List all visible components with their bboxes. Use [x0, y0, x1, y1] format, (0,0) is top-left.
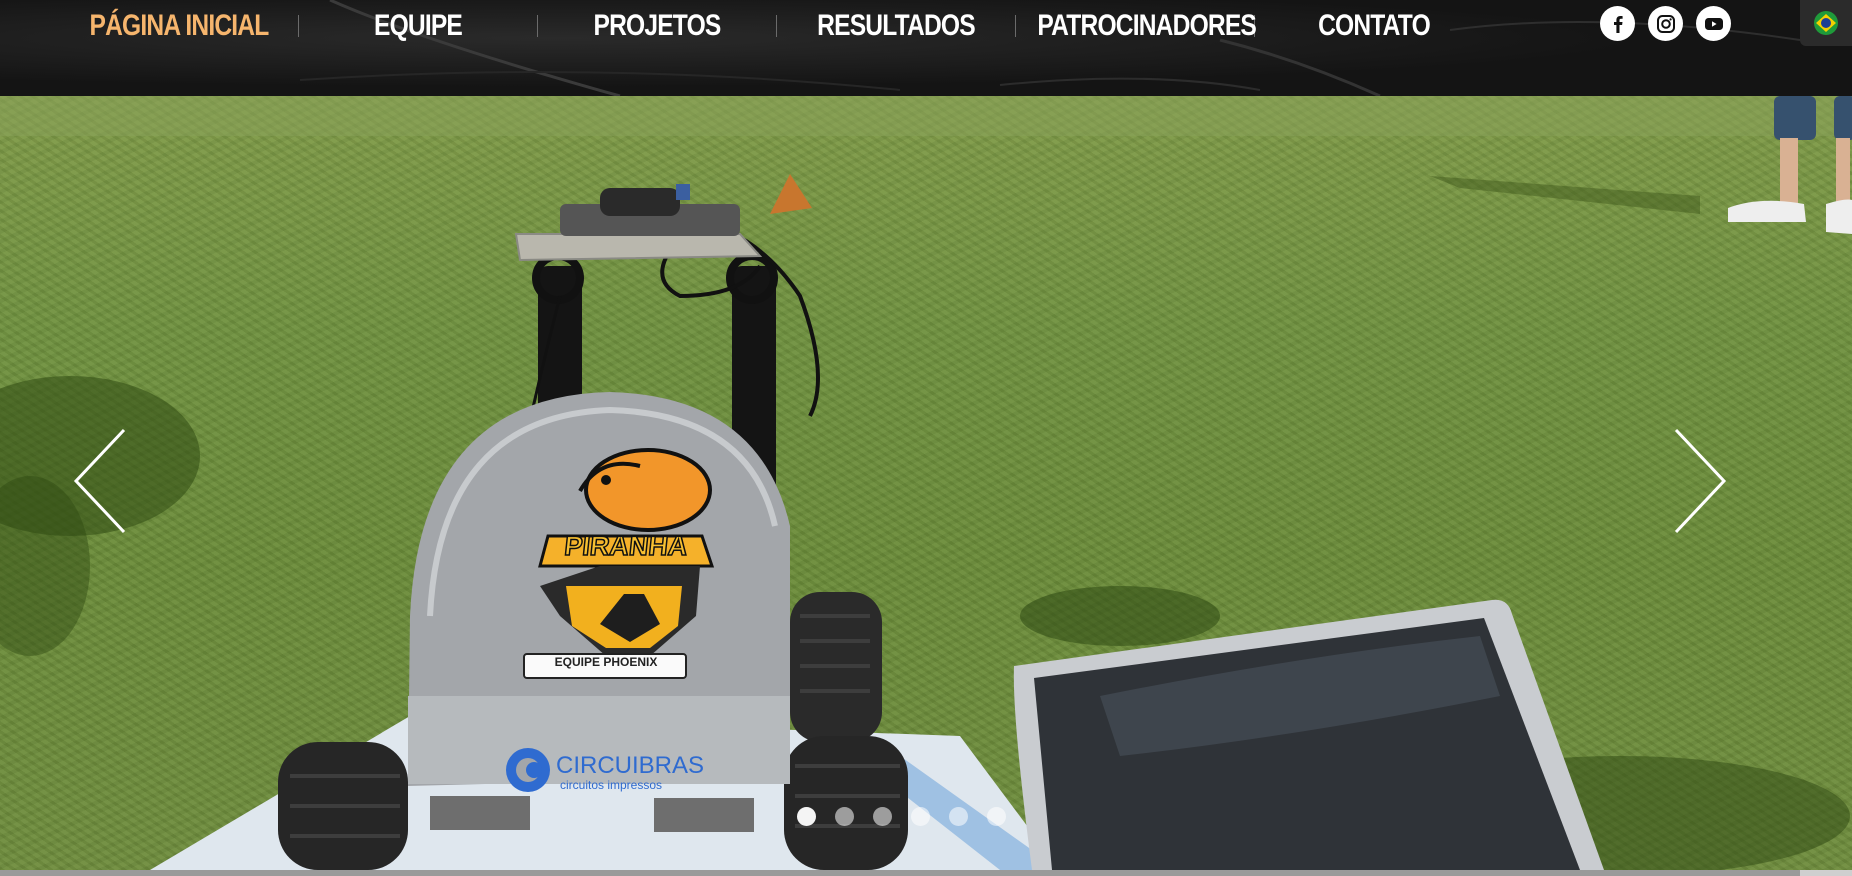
chevron-right-icon [1674, 428, 1727, 534]
slideshow-prev-button[interactable] [70, 426, 130, 536]
nav-item-contact[interactable]: CONTATO [1276, 9, 1471, 43]
nav-item-sponsors[interactable]: PATROCINADORES [1037, 9, 1256, 43]
youtube-icon [1704, 17, 1723, 30]
slideshow-pagination [797, 807, 1006, 826]
nav-item-projects[interactable]: PROJETOS [559, 9, 754, 43]
sponsor-name-text: CIRCUIBRAS [556, 752, 705, 779]
chevron-left-icon [73, 428, 126, 534]
instagram-link[interactable] [1648, 6, 1683, 41]
nav-separator [537, 15, 538, 37]
main-navigation: PÁGINA INICIAL EQUIPE PROJETOS RESULTADO… [60, 0, 1493, 52]
language-selector[interactable] [1800, 0, 1852, 46]
nav-item-team[interactable]: EQUIPE [320, 9, 515, 43]
facebook-link[interactable] [1600, 6, 1635, 41]
facebook-icon [1613, 15, 1623, 33]
robot-badge-text: PIRANHA [562, 530, 690, 562]
instagram-icon [1656, 14, 1675, 33]
brazil-flag-icon [1814, 11, 1838, 35]
slide-dot[interactable] [873, 807, 892, 826]
nav-separator [298, 15, 299, 37]
sponsor-tagline-text: circuitos impressos [560, 778, 663, 792]
site-header: PÁGINA INICIAL EQUIPE PROJETOS RESULTADO… [0, 0, 1852, 96]
slideshow-next-button[interactable] [1670, 426, 1730, 536]
nav-separator [776, 15, 777, 37]
youtube-link[interactable] [1696, 6, 1731, 41]
scrollbar-thumb[interactable] [0, 870, 1800, 876]
social-links [1600, 6, 1731, 41]
nav-separator [1015, 15, 1016, 37]
nav-item-home[interactable]: PÁGINA INICIAL [81, 9, 276, 43]
slide-dot[interactable] [835, 807, 854, 826]
slide-dot[interactable] [797, 807, 816, 826]
robot-top-plate [514, 174, 812, 262]
slide-image [0, 96, 1852, 870]
circuibras-sticker [506, 748, 550, 792]
hero-slideshow: PIRANHA EQUIPE PHOENIX CIRCUIBRAS circui… [0, 96, 1852, 870]
slide-dot[interactable] [949, 807, 968, 826]
slide-dot[interactable] [911, 807, 930, 826]
slide-dot[interactable] [987, 807, 1006, 826]
horizontal-scrollbar[interactable] [0, 870, 1852, 876]
robot-team-text: EQUIPE PHOENIX [554, 655, 658, 669]
nav-item-results[interactable]: RESULTADOS [798, 9, 993, 43]
